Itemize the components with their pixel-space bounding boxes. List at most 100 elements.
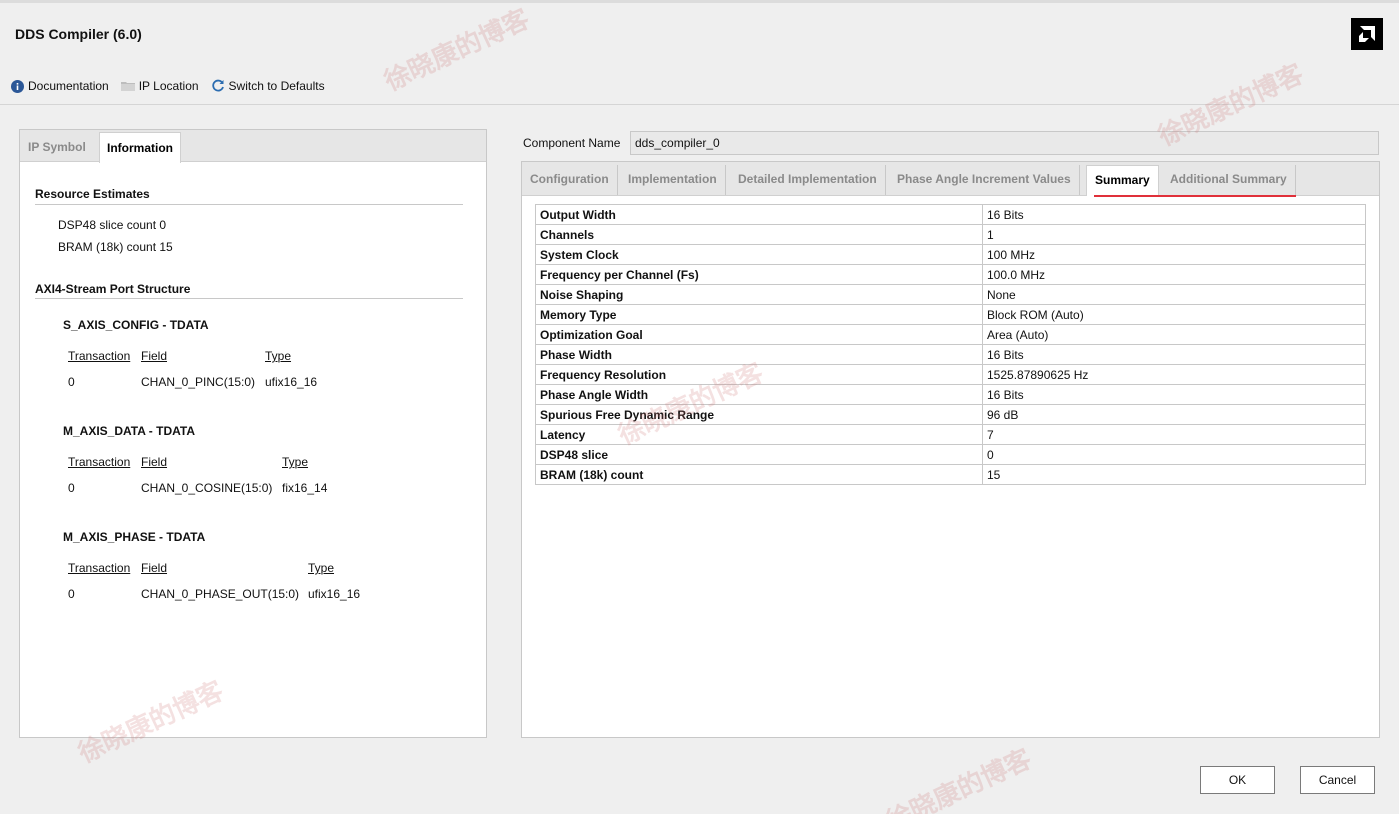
table-row: Noise Shaping None [535,284,1366,305]
table-row: Frequency per Channel (Fs) 100.0 MHz [535,264,1366,285]
dsp-count-text: DSP48 slice count 0 [58,218,167,232]
port-field-value: CHAN_0_PHASE_OUT(15:0) [141,587,300,601]
tab-additional-summary[interactable]: Additional Summary [1162,165,1296,195]
watermark: 徐晓康的博客 [379,3,534,97]
toolbar: Documentation IP Location Switch to Defa… [10,78,337,94]
summary-key-cell: Latency [535,424,983,445]
tab-information[interactable]: Information [99,132,181,163]
table-row: Phase Angle Width 16 Bits [535,384,1366,405]
port-name: M_AXIS_PHASE - TDATA [63,530,206,544]
bram-count-text: BRAM (18k) count 15 [58,240,173,254]
window-title: DDS Compiler (6.0) [15,26,142,42]
col-field-header: Field [141,349,168,363]
tab-ip-symbol[interactable]: IP Symbol [21,132,93,162]
summary-key-cell: Output Width [535,204,983,225]
summary-key-cell: Phase Angle Width [535,384,983,405]
summary-key-cell: Phase Width [535,344,983,365]
port-transaction-value: 0 [68,587,75,601]
refresh-icon [211,79,225,93]
summary-value-cell: 16 Bits [982,204,1366,225]
tab-configuration[interactable]: Configuration [522,165,618,195]
ip-location-button[interactable]: IP Location [120,79,199,93]
summary-value-cell: 15 [982,464,1366,485]
summary-value-cell: Block ROM (Auto) [982,304,1366,325]
port-type-value: ufix16_16 [308,587,361,601]
summary-key-cell: Frequency Resolution [535,364,983,385]
col-type-header: Type [265,349,292,363]
summary-key-cell: Spurious Free Dynamic Range [535,404,983,425]
summary-table: Output Width 16 Bits Channels 1 System Clock… [535,204,1366,485]
ok-button[interactable]: OK [1200,766,1275,794]
summary-key-cell: Noise Shaping [535,284,983,305]
resource-estimates-heading: Resource Estimates [35,187,150,201]
axi-stream-heading: AXI4-Stream Port Structure [35,282,191,296]
documentation-label: Documentation [28,79,109,93]
col-transaction-header: Transaction [68,349,131,363]
summary-value-cell: 16 Bits [982,384,1366,405]
table-row: Phase Width 16 Bits [535,344,1366,365]
summary-key-cell: DSP48 slice [535,444,983,465]
port-type-value: fix16_14 [282,481,328,495]
table-row: DSP48 slice 0 [535,444,1366,465]
summary-key-cell: Frequency per Channel (Fs) [535,264,983,285]
port-name: S_AXIS_CONFIG - TDATA [63,318,209,332]
summary-value-cell: 1 [982,224,1366,245]
tab-highlight-underline [1094,195,1296,197]
summary-value-cell: 1525.87890625 Hz [982,364,1366,385]
summary-value-cell: 0 [982,444,1366,465]
table-row: Memory Type Block ROM (Auto) [535,304,1366,325]
summary-key-cell: Optimization Goal [535,324,983,345]
watermark: 徐晓康的博客 [881,743,1036,814]
summary-key-cell: BRAM (18k) count [535,464,983,485]
summary-key-cell: Channels [535,224,983,245]
component-name-label: Component Name [523,136,621,150]
section-divider [35,204,463,205]
table-row: Channels 1 [535,224,1366,245]
left-tab-bar: IP Symbol Information [20,130,486,163]
table-row: BRAM (18k) count 15 [535,464,1366,485]
ip-location-label: IP Location [138,79,199,93]
table-row: System Clock 100 MHz [535,244,1366,265]
port-name: M_AXIS_DATA - TDATA [63,424,195,438]
info-icon [10,79,24,93]
port-transaction-value: 0 [68,481,75,495]
table-row: Frequency Resolution 1525.87890625 Hz [535,364,1366,385]
col-type-header: Type [308,561,335,575]
col-field-header: Field [141,561,168,575]
tab-phase-angle-increment-values[interactable]: Phase Angle Increment Values [889,165,1080,195]
right-panel: Configuration Implementation Detailed Im… [521,161,1380,738]
section-divider [35,298,463,299]
tab-implementation[interactable]: Implementation [620,165,726,195]
window-top-border [0,0,1399,3]
toolbar-divider [0,104,1399,105]
summary-value-cell: Area (Auto) [982,324,1366,345]
summary-value-cell: 7 [982,424,1366,445]
tab-summary[interactable]: Summary [1086,165,1159,196]
port-transaction-value: 0 [68,375,75,389]
documentation-button[interactable]: Documentation [10,79,109,93]
port-field-value: CHAN_0_COSINE(15:0) [141,481,273,495]
left-panel: IP Symbol Information Resource Estimates… [19,129,487,738]
summary-value-cell: 100 MHz [982,244,1366,265]
summary-value-cell: None [982,284,1366,305]
table-row: Optimization Goal Area (Auto) [535,324,1366,345]
col-type-header: Type [282,455,309,469]
switch-to-defaults-button[interactable]: Switch to Defaults [211,79,325,93]
summary-key-cell: Memory Type [535,304,983,325]
port-type-value: ufix16_16 [265,375,318,389]
col-field-header: Field [141,455,168,469]
table-row: Latency 7 [535,424,1366,445]
table-row: Output Width 16 Bits [535,204,1366,225]
port-field-value: CHAN_0_PINC(15:0) [141,375,256,389]
amd-logo-icon [1351,18,1383,50]
tab-detailed-implementation[interactable]: Detailed Implementation [730,165,886,195]
col-transaction-header: Transaction [68,561,131,575]
folder-icon [120,79,135,93]
right-tab-bar: Configuration Implementation Detailed Im… [522,162,1379,196]
summary-value-cell: 100.0 MHz [982,264,1366,285]
cancel-button[interactable]: Cancel [1300,766,1375,794]
component-name-field[interactable]: dds_compiler_0 [630,131,1379,155]
summary-key-cell: System Clock [535,244,983,265]
col-transaction-header: Transaction [68,455,131,469]
summary-value-cell: 16 Bits [982,344,1366,365]
